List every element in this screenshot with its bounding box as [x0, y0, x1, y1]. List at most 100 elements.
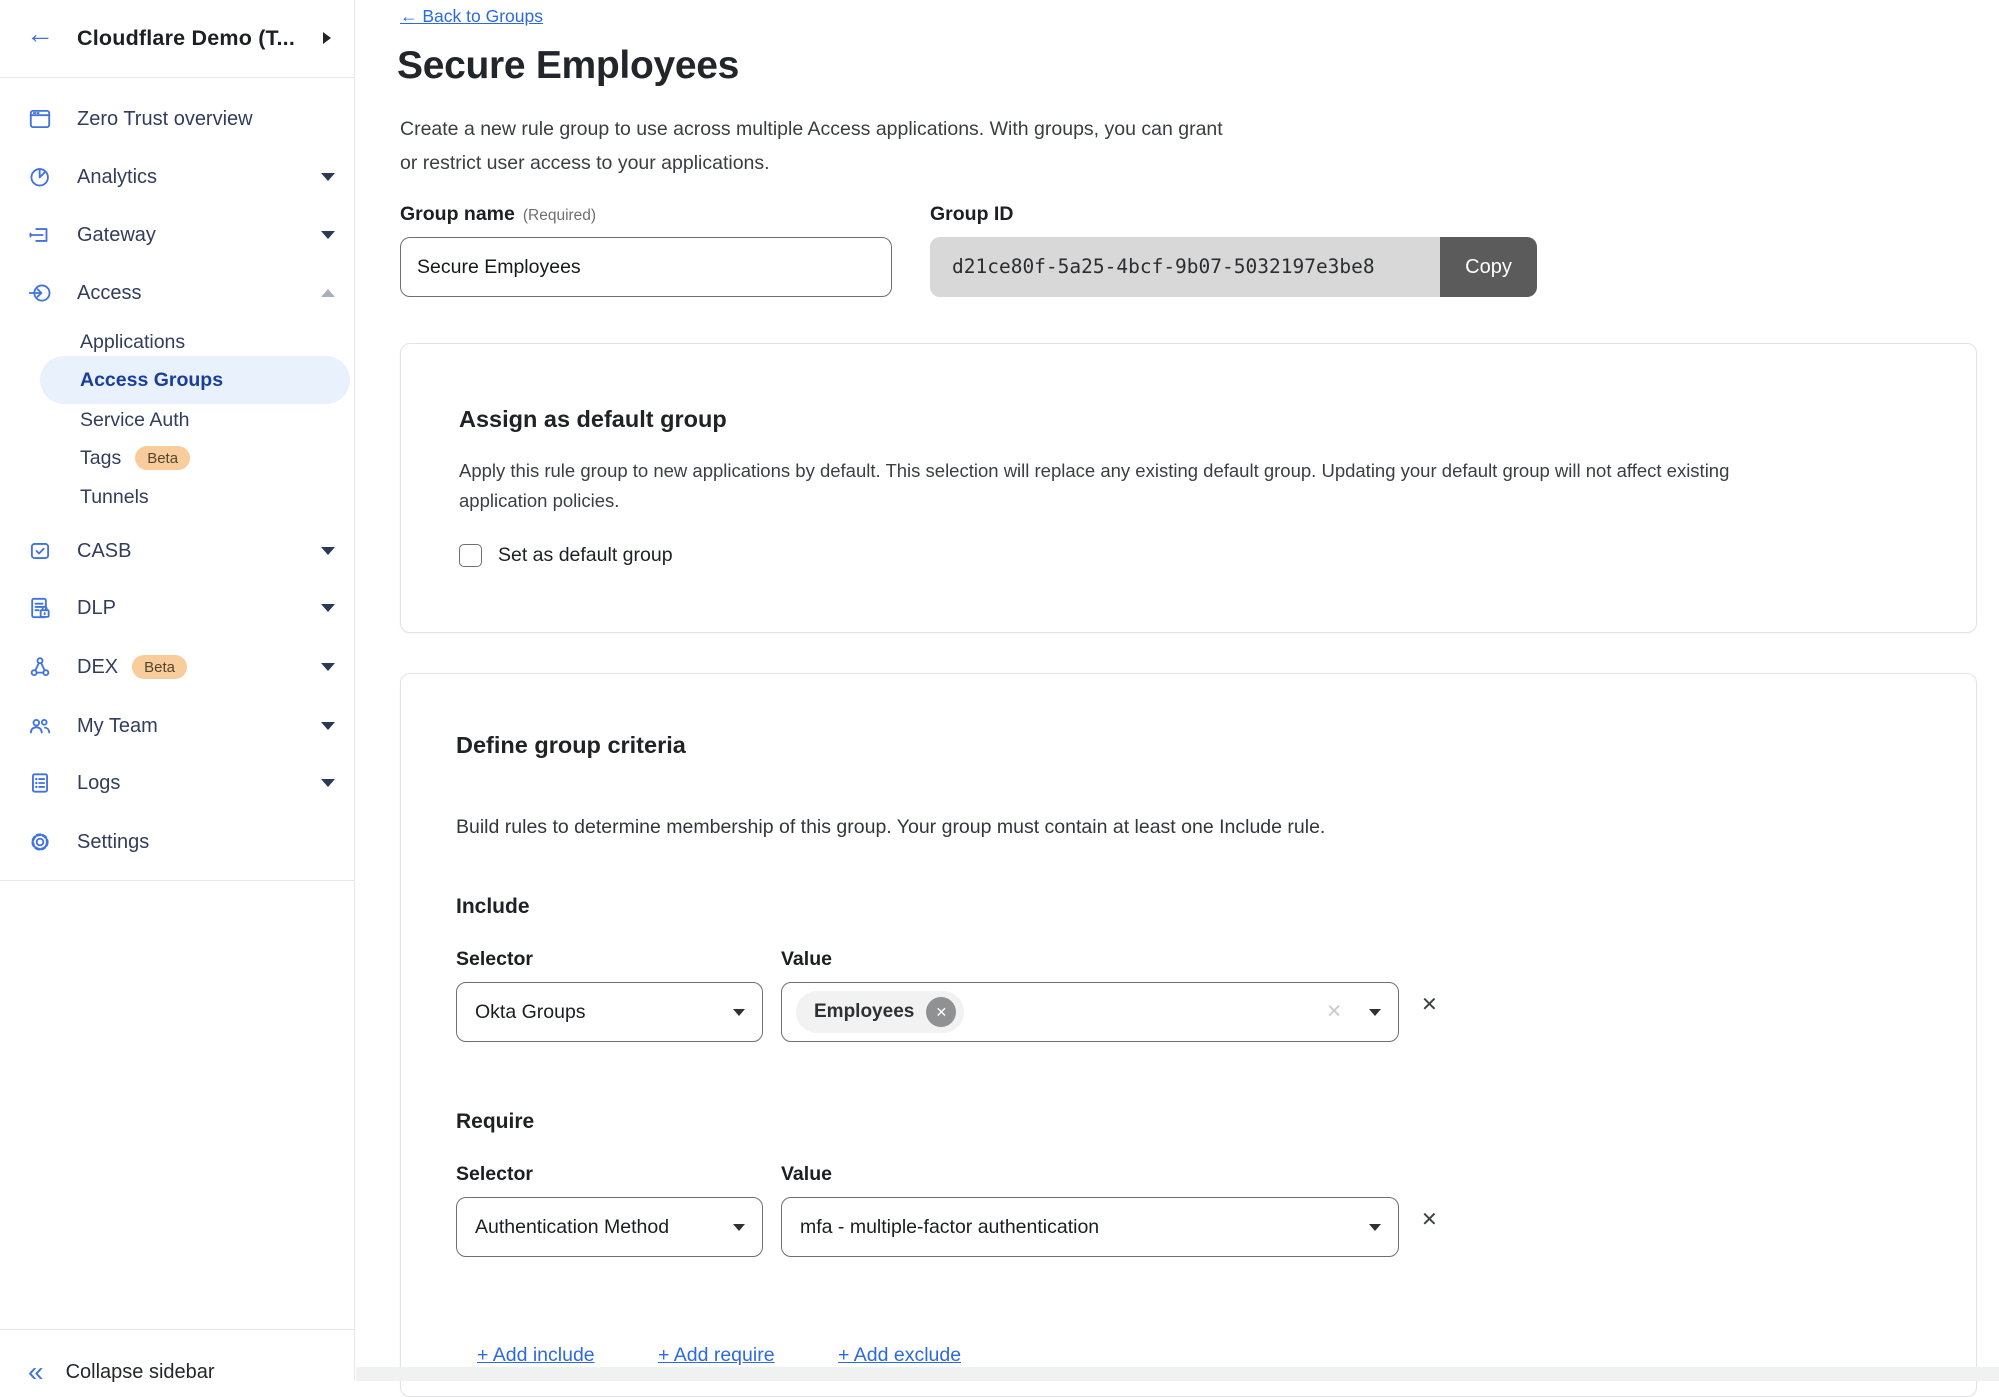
required-note: (Required) [523, 207, 596, 224]
add-require-link[interactable]: + Add require [658, 1344, 775, 1367]
chevron-down-icon [321, 547, 335, 555]
gateway-icon [27, 222, 53, 248]
sidebar-item-tunnels[interactable]: Tunnels [0, 475, 355, 519]
sidebar-item-access-groups[interactable]: Access Groups [40, 356, 350, 404]
sidebar-item-gateway[interactable]: Gateway [0, 213, 355, 257]
sidebar-item-settings[interactable]: Settings [0, 820, 355, 864]
main-content: ← Back to Groups Secure Employees Create… [355, 0, 1999, 1381]
sidebar-item-logs[interactable]: Logs [0, 761, 355, 805]
access-login-icon [27, 280, 53, 306]
clear-values-icon[interactable]: ✕ [1326, 1001, 1342, 1024]
people-icon [27, 713, 53, 739]
sidebar-item-access[interactable]: Access [0, 271, 355, 315]
sidebar-item-label: Access [77, 282, 141, 305]
chevron-down-icon [733, 1224, 745, 1231]
selected-option: Authentication Method [475, 1216, 669, 1239]
account-name[interactable]: Cloudflare Demo (T... [77, 26, 295, 51]
group-name-input[interactable] [400, 237, 892, 297]
value-tag: Employees ✕ [796, 991, 964, 1033]
sidebar-item-dex[interactable]: DEX Beta [0, 645, 355, 689]
sidebar-header: ← Cloudflare Demo (T... [0, 0, 355, 78]
chevron-down-icon [321, 604, 335, 612]
include-selector-dropdown[interactable]: Okta Groups [456, 982, 763, 1042]
card-description: Build rules to determine membership of t… [456, 813, 1325, 843]
sidebar-item-label: Settings [77, 831, 149, 854]
copy-button[interactable]: Copy [1440, 237, 1537, 297]
include-value-multiselect[interactable]: Employees ✕ ✕ [781, 982, 1399, 1042]
remove-require-rule-icon[interactable]: ✕ [1421, 1207, 1438, 1232]
sidebar-item-analytics[interactable]: Analytics [0, 155, 355, 199]
back-arrow-icon[interactable]: ← [26, 20, 54, 48]
define-group-criteria-card: Define group criteria Build rules to det… [400, 673, 1977, 1397]
selected-option: Okta Groups [475, 1001, 586, 1024]
group-id-value: d21ce80f-5a25-4bcf-9b07-5032197e3be8 [930, 237, 1440, 297]
checkbox-label: Set as default group [498, 544, 673, 567]
sidebar-item-tags[interactable]: Tags Beta [0, 436, 355, 480]
page-title: Secure Employees [397, 44, 739, 88]
sidebar-item-label: Zero Trust overview [77, 108, 253, 131]
sidebar-item-label: Gateway [77, 224, 156, 247]
card-description: Apply this rule group to new application… [459, 456, 1899, 515]
include-value-label: Value [781, 948, 832, 971]
sidebar-item-casb[interactable]: CASB [0, 529, 355, 573]
sidebar: ← Cloudflare Demo (T... Zero Trust overv… [0, 0, 355, 1381]
remove-tag-icon[interactable]: ✕ [926, 997, 956, 1027]
sidebar-item-label: Logs [77, 772, 120, 795]
group-name-label: Group name(Required) [400, 203, 596, 226]
require-value-label: Value [781, 1163, 832, 1186]
sidebar-item-label: CASB [77, 540, 131, 563]
add-include-link[interactable]: + Add include [477, 1344, 595, 1367]
require-selector-label: Selector [456, 1163, 533, 1186]
group-id-label: Group ID [930, 203, 1013, 226]
chevron-down-icon [1369, 1009, 1381, 1016]
chevron-down-icon [321, 779, 335, 787]
casb-check-icon [27, 538, 53, 564]
include-heading: Include [456, 895, 530, 919]
sidebar-item-label: DLP [77, 597, 116, 620]
assign-default-group-card: Assign as default group Apply this rule … [400, 343, 1977, 633]
sidebar-item-label: Analytics [77, 166, 157, 189]
require-selector-dropdown[interactable]: Authentication Method [456, 1197, 763, 1257]
sidebar-item-label: Applications [80, 331, 185, 354]
chevron-down-icon [733, 1009, 745, 1016]
cloudflare-zero-trust-access-group-page: { "sidebar": { "back_icon": "←", "accoun… [0, 0, 1999, 1381]
chevron-down-icon [321, 663, 335, 671]
collapse-sidebar-label: Collapse sidebar [66, 1361, 215, 1384]
collapse-sidebar-button[interactable]: « Collapse sidebar [0, 1350, 355, 1394]
checkbox-unchecked[interactable] [459, 544, 482, 567]
sidebar-item-zero-trust-overview[interactable]: Zero Trust overview [0, 97, 355, 141]
document-lock-icon [27, 595, 53, 621]
back-to-groups-link[interactable]: ← Back to Groups [400, 6, 543, 27]
card-title: Assign as default group [459, 406, 727, 433]
gear-icon [27, 829, 53, 855]
sidebar-item-label: Tags [80, 447, 121, 470]
remove-include-rule-icon[interactable]: ✕ [1421, 992, 1438, 1017]
require-value-dropdown[interactable]: mfa - multiple-factor authentication [781, 1197, 1399, 1257]
beta-badge: Beta [135, 446, 190, 470]
chevron-down-icon [321, 231, 335, 239]
chevron-down-icon [1369, 1224, 1381, 1231]
require-heading: Require [456, 1110, 534, 1134]
sidebar-item-my-team[interactable]: My Team [0, 704, 355, 748]
page-description: Create a new rule group to use across mu… [400, 112, 1223, 180]
sidebar-item-label: Access Groups [80, 369, 223, 392]
sidebar-item-label: Tunnels [80, 486, 149, 509]
window-icon [27, 106, 53, 132]
page-description-line: Create a new rule group to use across mu… [400, 112, 1223, 146]
sticky-footer-edge [356, 1367, 1999, 1381]
network-nodes-icon [27, 654, 53, 680]
include-selector-label: Selector [456, 948, 533, 971]
set-default-group-checkbox-row[interactable]: Set as default group [459, 544, 673, 567]
chevron-down-icon [321, 722, 335, 730]
pie-chart-icon [27, 164, 53, 190]
card-title: Define group criteria [456, 732, 686, 759]
page-description-line: or restrict user access to your applicat… [400, 146, 1223, 180]
account-expand-icon[interactable] [323, 32, 331, 44]
double-chevron-left-icon: « [28, 1358, 44, 1386]
value-tag-label: Employees [814, 1001, 914, 1023]
sidebar-item-label: My Team [77, 715, 158, 738]
sidebar-item-dlp[interactable]: DLP [0, 586, 355, 630]
chevron-down-icon [321, 173, 335, 181]
add-exclude-link[interactable]: + Add exclude [838, 1344, 961, 1367]
sidebar-item-label: DEX [77, 656, 118, 679]
